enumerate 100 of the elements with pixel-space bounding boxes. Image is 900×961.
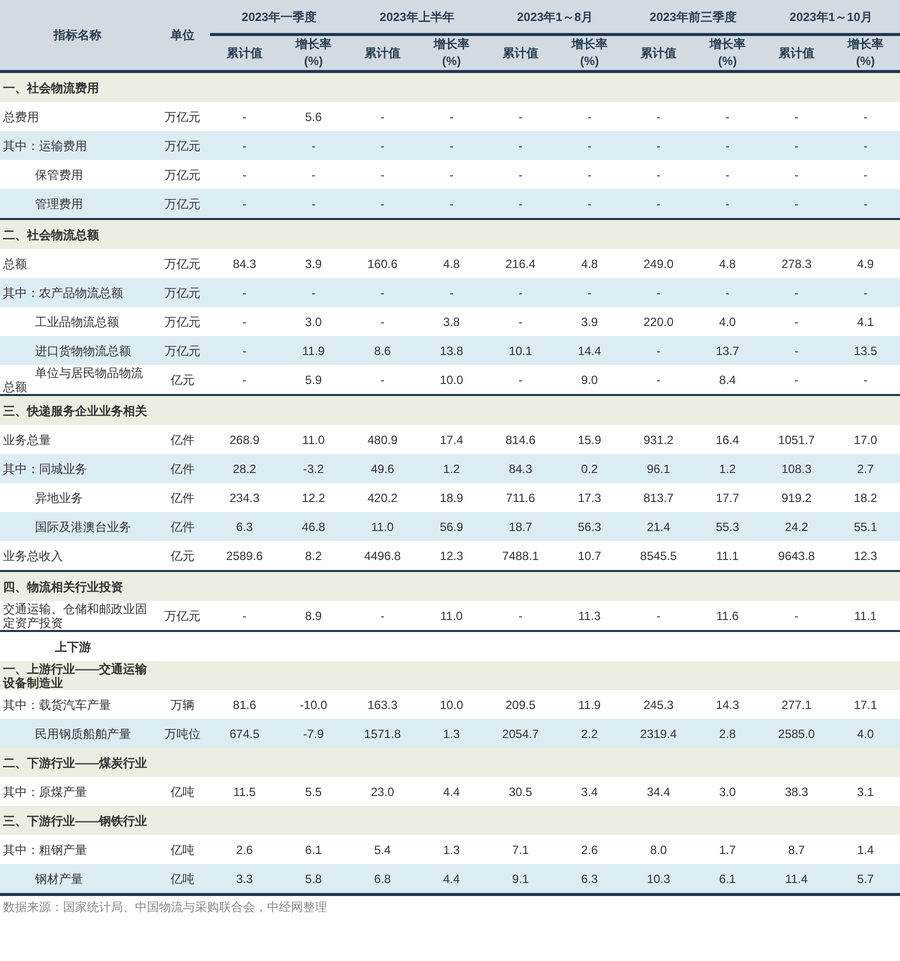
- table-cell: 12.2: [279, 483, 348, 512]
- table-cell: 12.3: [417, 541, 486, 571]
- table-cell: 1051.7: [762, 425, 831, 454]
- table-cell: -: [210, 601, 279, 631]
- table-cell: 6.3: [210, 512, 279, 541]
- table-cell: 8.9: [279, 601, 348, 631]
- table-cell: -7.9: [279, 719, 348, 748]
- table-cell: 420.2: [348, 483, 417, 512]
- table-cell: -: [693, 278, 762, 307]
- table-cell: 2.6: [210, 835, 279, 864]
- table-cell: 5.7: [831, 864, 900, 894]
- table-cell: 108.3: [762, 454, 831, 483]
- table-cell: 84.3: [210, 249, 279, 278]
- table-cell: 1571.8: [348, 719, 417, 748]
- unit-cell: 万辆: [155, 690, 210, 719]
- column-header: 累计值: [762, 34, 831, 72]
- table-cell: 3.1: [831, 777, 900, 806]
- table-cell: -: [348, 365, 417, 395]
- table-cell: 17.0: [831, 425, 900, 454]
- table-cell: 2.6: [555, 835, 624, 864]
- table-cell: 10.7: [555, 541, 624, 571]
- table-cell: 56.3: [555, 512, 624, 541]
- row-label: 业务总量: [0, 425, 155, 454]
- table-cell: 2589.6: [210, 541, 279, 571]
- row-label: 总费用: [0, 102, 155, 131]
- table-cell: 11.6: [693, 601, 762, 631]
- table-cell: -: [762, 601, 831, 631]
- table-cell: -: [486, 365, 555, 395]
- period-header: 2023年上半年: [348, 0, 486, 34]
- table-cell: -3.2: [279, 454, 348, 483]
- row-label: 总额: [0, 249, 155, 278]
- table-cell: 234.3: [210, 483, 279, 512]
- table-cell: 11.0: [417, 601, 486, 631]
- table-cell: -: [762, 189, 831, 219]
- unit-cell: 亿件: [155, 483, 210, 512]
- table-cell: -: [417, 189, 486, 219]
- table-cell: 11.1: [831, 601, 900, 631]
- column-header: 累计值: [210, 34, 279, 72]
- table-cell: 5.5: [279, 777, 348, 806]
- table-cell: -: [831, 131, 900, 160]
- table-cell: 1.2: [693, 454, 762, 483]
- table-cell: -: [555, 160, 624, 189]
- column-header: 单位: [155, 0, 210, 72]
- row-label: 工业品物流总额: [0, 307, 155, 336]
- table-cell: 1.3: [417, 719, 486, 748]
- table-cell: -: [624, 160, 693, 189]
- row-label: 进口货物物流总额: [0, 336, 155, 365]
- period-header: 2023年1～8月: [486, 0, 624, 34]
- table-cell: 81.6: [210, 690, 279, 719]
- row-label: 交通运输、仓储和邮政业固定资产投资: [0, 601, 155, 631]
- table-cell: 8.7: [762, 835, 831, 864]
- table-cell: 4496.8: [348, 541, 417, 571]
- table-cell: 3.3: [210, 864, 279, 894]
- table-cell: 14.4: [555, 336, 624, 365]
- table-cell: -: [555, 131, 624, 160]
- table-cell: 2319.4: [624, 719, 693, 748]
- table-cell: -: [486, 102, 555, 131]
- table-cell: -: [762, 307, 831, 336]
- table-cell: -: [486, 131, 555, 160]
- table-cell: 17.7: [693, 483, 762, 512]
- table-cell: 11.3: [555, 601, 624, 631]
- table-cell: 11.1: [693, 541, 762, 571]
- row-label: 其中：运输费用: [0, 131, 155, 160]
- period-header: 2023年前三季度: [624, 0, 762, 34]
- table-cell: 249.0: [624, 249, 693, 278]
- table-cell: 163.3: [348, 690, 417, 719]
- column-header: 增长率 (%): [555, 34, 624, 72]
- column-header: 累计值: [624, 34, 693, 72]
- table-cell: -: [624, 131, 693, 160]
- table-cell: -: [279, 131, 348, 160]
- table-cell: 9.1: [486, 864, 555, 894]
- unit-cell: 万亿元: [155, 189, 210, 219]
- unit-cell: 万亿元: [155, 131, 210, 160]
- table-cell: 4.4: [417, 777, 486, 806]
- table-cell: 278.3: [762, 249, 831, 278]
- table-cell: -: [762, 336, 831, 365]
- row-label: 其中：农产品物流总额: [0, 278, 155, 307]
- table-cell: 711.6: [486, 483, 555, 512]
- table-cell: -: [279, 278, 348, 307]
- unit-cell: 万亿元: [155, 278, 210, 307]
- table-cell: -: [624, 365, 693, 395]
- column-header: 累计值: [486, 34, 555, 72]
- unit-cell: 万亿元: [155, 249, 210, 278]
- table-cell: 4.8: [693, 249, 762, 278]
- table-cell: -: [210, 365, 279, 395]
- table-cell: -: [486, 601, 555, 631]
- table-cell: 4.1: [831, 307, 900, 336]
- table-cell: 55.1: [831, 512, 900, 541]
- table-cell: -: [486, 307, 555, 336]
- section-heading: 三、快递服务企业业务相关: [0, 395, 155, 425]
- unit-cell: 万亿元: [155, 160, 210, 189]
- table-cell: 1.3: [417, 835, 486, 864]
- table-cell: -: [762, 365, 831, 395]
- table-cell: 34.4: [624, 777, 693, 806]
- table-cell: -: [210, 189, 279, 219]
- table-cell: -: [624, 336, 693, 365]
- table-cell: 2.7: [831, 454, 900, 483]
- table-cell: 268.9: [210, 425, 279, 454]
- table-cell: 8545.5: [624, 541, 693, 571]
- unit-cell: 万亿元: [155, 102, 210, 131]
